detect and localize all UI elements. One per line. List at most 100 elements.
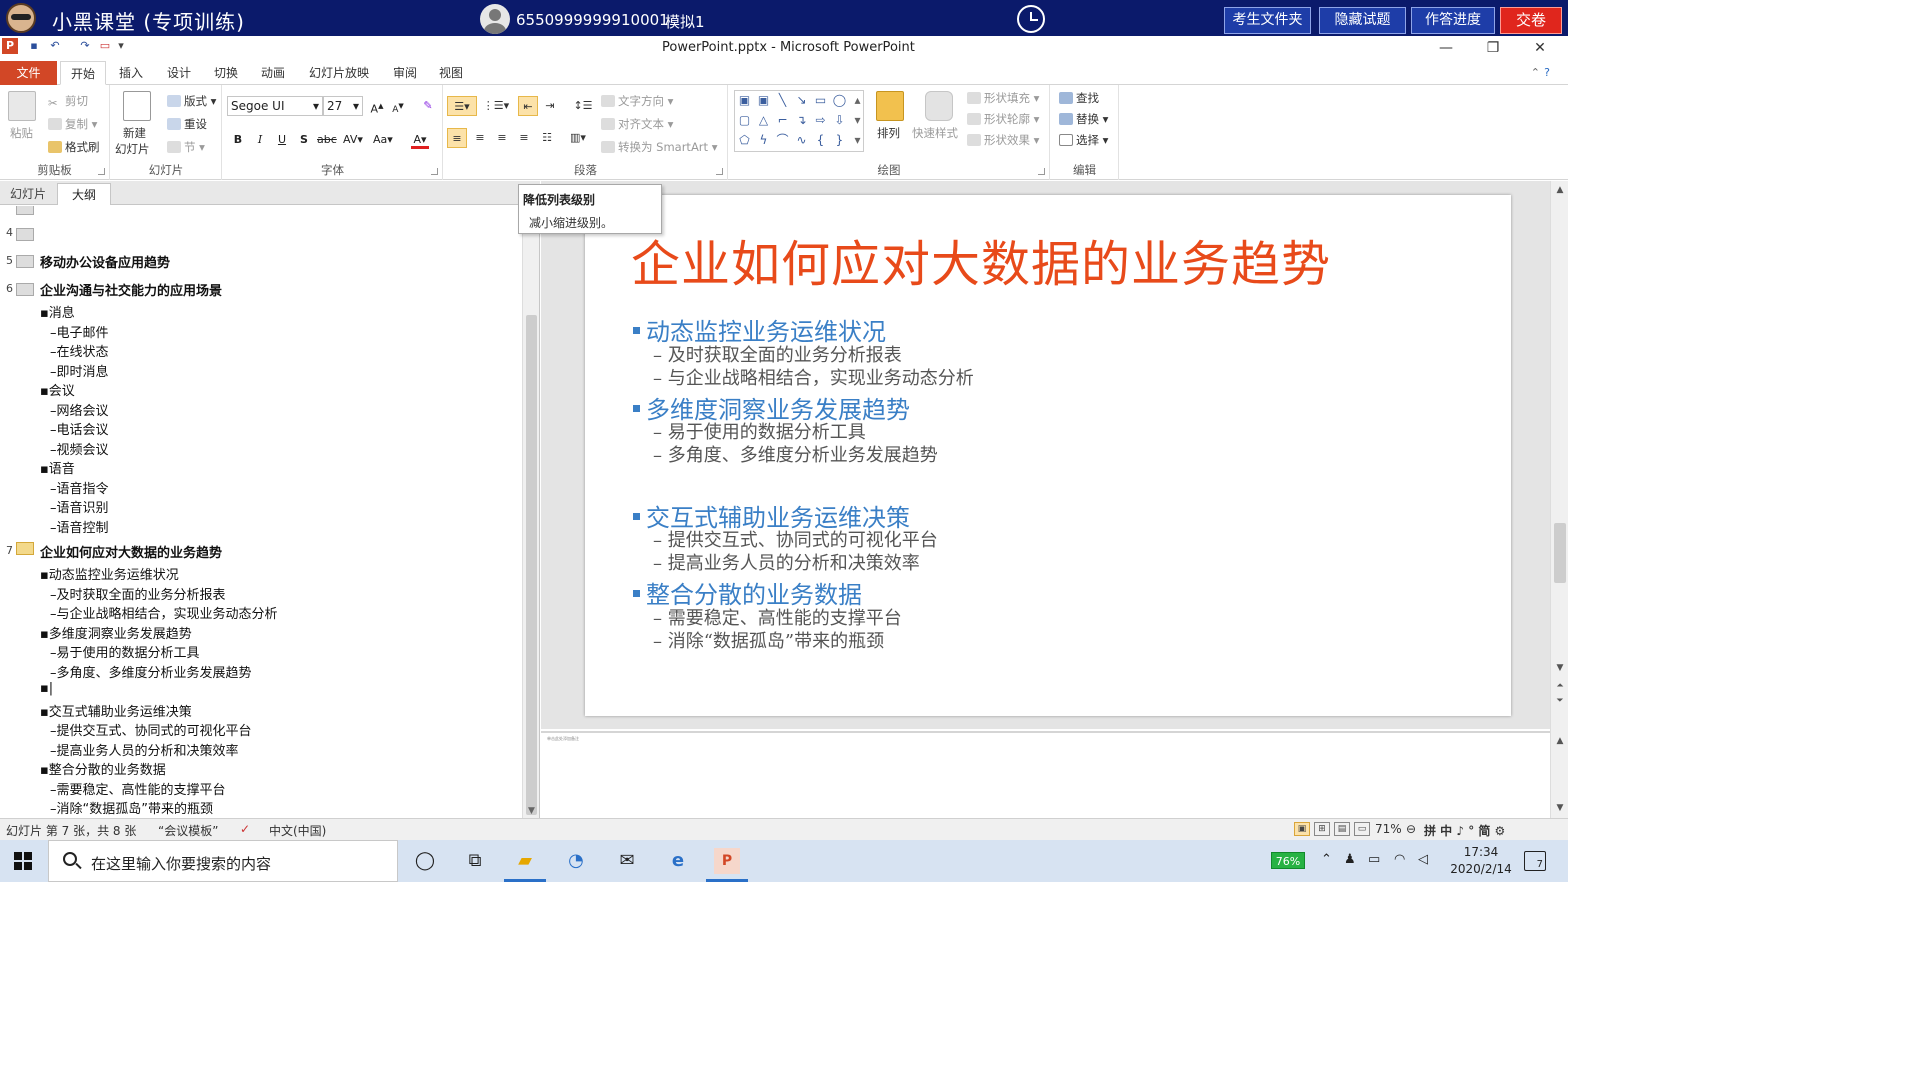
text-direction-button[interactable]: 文字方向 ▾: [601, 93, 673, 109]
outline-slide-title[interactable]: 移动办公设备应用趋势: [40, 252, 170, 271]
outline-bullet-level2[interactable]: –及时获取全面的业务分析报表: [50, 584, 226, 603]
answer-progress-button[interactable]: 作答进度: [1411, 7, 1495, 34]
slide-title[interactable]: 企业如何应对大数据的业务趋势: [631, 225, 1331, 296]
outline-bullet-level2[interactable]: –语音控制: [50, 517, 109, 536]
outline-bullet-level1[interactable]: ▪|: [40, 681, 53, 696]
language-status[interactable]: 中文(中国): [269, 822, 326, 839]
paste-icon[interactable]: [8, 91, 36, 121]
align-text-button[interactable]: 对齐文本 ▾: [601, 116, 673, 132]
quick-styles-button[interactable]: 快速样式: [912, 125, 958, 141]
outline-bullet-level2[interactable]: –需要稳定、高性能的支撑平台: [50, 779, 226, 798]
shapes-gallery[interactable]: ▣ ▣ ╲ ↘ ▭ ◯ ▢ △ ⌐ ↴ ⇨ ⇩ ⬠ ϟ ⌒ ∿ { } ▴ ▾ …: [734, 90, 864, 152]
slide-sorter-view-icon[interactable]: ⊞: [1314, 822, 1330, 836]
arrange-button[interactable]: 排列: [877, 125, 900, 141]
arrow-line-shape-icon[interactable]: ↘: [794, 93, 809, 108]
tab-animations[interactable]: 动画: [252, 61, 294, 85]
shape-fill-button[interactable]: 形状填充 ▾: [967, 90, 1039, 106]
zoom-out-icon[interactable]: ⊖: [1406, 822, 1416, 836]
grow-font-icon[interactable]: A▲: [368, 97, 386, 116]
outline-bullet-level2[interactable]: –电话会议: [50, 419, 109, 438]
slide-thumb-icon[interactable]: [16, 255, 34, 268]
slide-thumb-icon[interactable]: [16, 206, 34, 215]
mail-icon[interactable]: ✉: [614, 848, 640, 874]
outline-content[interactable]: 4 5 移动办公设备应用趋势 6 企业沟通与社交能力的应用场景 ▪消息 –电子邮件…: [0, 206, 522, 818]
close-icon[interactable]: ✕: [1520, 38, 1560, 58]
convert-smartart-button[interactable]: 转换为 SmartArt ▾: [601, 139, 717, 155]
outline-bullet-level1[interactable]: ▪会议: [40, 380, 75, 399]
redo-icon[interactable]: ↷: [78, 39, 92, 53]
clock-app-icon[interactable]: ◔: [563, 848, 589, 874]
left-brace-shape-icon[interactable]: {: [813, 133, 828, 148]
curve-shape-icon[interactable]: ⌒: [775, 133, 790, 148]
outline-bullet-level1[interactable]: ▪整合分散的业务数据: [40, 759, 166, 778]
cut-button[interactable]: ✂ 剪切: [48, 93, 88, 110]
undo-icon[interactable]: ↶: [48, 39, 62, 53]
next-slide-icon[interactable]: ⏷: [1551, 696, 1569, 706]
scroll-up-icon[interactable]: ▲: [1551, 185, 1569, 195]
slide-thumb-icon[interactable]: [16, 228, 34, 241]
distributed-icon[interactable]: ☷: [537, 128, 557, 148]
quick-styles-icon[interactable]: [925, 91, 953, 121]
justify-icon[interactable]: ≡: [514, 128, 534, 148]
new-slide-icon[interactable]: [123, 91, 151, 121]
outline-bullet-level2[interactable]: –提高业务人员的分析和决策效率: [50, 740, 239, 759]
replace-button[interactable]: 替换 ▾: [1059, 111, 1108, 127]
current-slide[interactable]: 企业如何应对大数据的业务趋势 动态监控业务运维状况 – 及时获取全面的业务分析报表…: [585, 195, 1511, 716]
gallery-up-icon[interactable]: ▴: [850, 93, 865, 108]
powerpoint-taskbar-icon[interactable]: P: [714, 848, 740, 874]
tab-slides-thumbnails[interactable]: 幻灯片: [2, 183, 54, 205]
gallery-more-icon[interactable]: ▾: [850, 133, 865, 148]
outline-bullet-level2[interactable]: –提供交互式、协同式的可视化平台: [50, 720, 252, 739]
find-button[interactable]: 查找: [1059, 90, 1099, 106]
font-size-select[interactable]: 27 ▾: [323, 96, 363, 116]
notes-scroll-up-icon[interactable]: ▲: [1551, 736, 1569, 746]
outline-bullet-level2[interactable]: –消除“数据孤岛”带来的瓶颈: [50, 798, 213, 817]
wifi-icon[interactable]: ◠: [1394, 852, 1405, 867]
reset-button[interactable]: 重设: [167, 116, 207, 132]
slide-bullet-level2[interactable]: – 提高业务人员的分析和决策效率: [653, 549, 920, 575]
slideshow-view-icon[interactable]: ▭: [1354, 822, 1370, 836]
outline-bullet-level2[interactable]: –多角度、多维度分析业务发展趋势: [50, 662, 252, 681]
bullets-icon[interactable]: ☰▾: [447, 96, 477, 116]
outline-bullet-level1[interactable]: ▪语音: [40, 458, 75, 477]
columns-icon[interactable]: ▥▾: [568, 128, 588, 148]
textbox-vertical-shape-icon[interactable]: ▣: [756, 93, 771, 108]
oval-shape-icon[interactable]: ◯: [832, 93, 847, 108]
rectangle-shape-icon[interactable]: ▭: [813, 93, 828, 108]
outline-bullet-level1[interactable]: ▪动态监控业务运维状况: [40, 564, 179, 583]
section-button[interactable]: 节 ▾: [167, 139, 205, 155]
align-left-icon[interactable]: ≡: [447, 128, 467, 148]
outline-bullet-level1[interactable]: ▪消息: [40, 302, 75, 321]
scroll-down-icon[interactable]: ▼: [523, 806, 540, 816]
taskbar-clock[interactable]: 17:34 2020/2/14: [1448, 844, 1514, 878]
notification-center-icon[interactable]: 7: [1524, 851, 1546, 871]
windows-start-icon[interactable]: [14, 852, 32, 870]
minimize-icon[interactable]: —: [1426, 38, 1466, 58]
ime-toolbar[interactable]: 拼 中 ♪ ° 简 ⚙: [1424, 822, 1505, 839]
spell-check-icon[interactable]: ✓: [240, 822, 250, 836]
new-slide-label-1[interactable]: 新建: [123, 125, 146, 141]
underline-icon[interactable]: U: [273, 131, 291, 149]
outline-slide-title[interactable]: 企业如何应对大数据的业务趋势: [40, 542, 222, 561]
tab-file[interactable]: 文件: [0, 61, 57, 85]
slide-bullet-level2[interactable]: – 与企业战略相结合，实现业务动态分析: [653, 364, 974, 390]
qq-icon[interactable]: ♟: [1344, 852, 1356, 867]
outline-bullet-level2[interactable]: –在线状态: [50, 341, 109, 360]
triangle-shape-icon[interactable]: △: [756, 113, 771, 128]
down-arrow-shape-icon[interactable]: ⇩: [832, 113, 847, 128]
copy-button[interactable]: 复制 ▾: [48, 116, 97, 132]
tab-transitions[interactable]: 切换: [205, 61, 247, 85]
tab-design[interactable]: 设计: [158, 61, 200, 85]
right-arrow-shape-icon[interactable]: ⇨: [813, 113, 828, 128]
outline-bullet-level2[interactable]: –即时消息: [50, 361, 109, 380]
shape-effects-button[interactable]: 形状效果 ▾: [967, 132, 1039, 148]
scroll-down-icon[interactable]: ▼: [1551, 663, 1569, 673]
outline-scrollbar[interactable]: ▲ ▼: [522, 205, 539, 818]
format-painter-button[interactable]: 格式刷: [48, 139, 100, 155]
previous-slide-icon[interactable]: ⏶: [1551, 681, 1569, 691]
outline-bullet-level2[interactable]: –语音指令: [50, 478, 109, 497]
slide-thumb-icon[interactable]: [16, 542, 34, 555]
pentagon-shape-icon[interactable]: ⬠: [737, 133, 752, 148]
powerpoint-logo-icon[interactable]: P: [2, 38, 18, 54]
font-color-icon[interactable]: A▾: [411, 131, 429, 149]
